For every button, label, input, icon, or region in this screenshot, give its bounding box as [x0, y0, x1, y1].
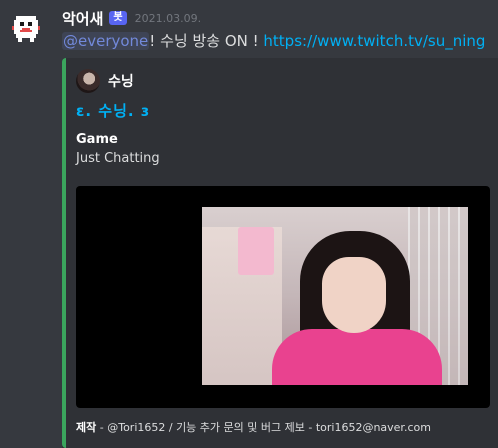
message-header: 악어새 봇 2021.03.09. [62, 8, 201, 28]
footer-prefix: 제작 [76, 421, 97, 434]
embed-author-avatar [76, 69, 100, 93]
timestamp: 2021.03.09. [134, 11, 202, 25]
message-content: @everyone! 수닝 방송 ON ! https://www.twitch… [62, 30, 485, 51]
background-decor [238, 227, 274, 275]
author-name[interactable]: 악어새 [62, 8, 103, 29]
embed-field-value: Just Chatting [76, 151, 160, 166]
message-text: ! 수닝 방송 ON ! [149, 32, 264, 50]
everyone-mention[interactable]: @everyone [62, 32, 150, 50]
embed-author: 수닝 [76, 69, 134, 93]
chat-message: 악어새 봇 2021.03.09. @everyone! 수닝 방송 ON ! … [0, 0, 498, 448]
embed-field-name: Game [76, 132, 118, 147]
embed-color-bar [62, 58, 66, 448]
author-avatar[interactable] [10, 12, 42, 44]
footer-text: - @Tori1652 / 기능 추가 문의 및 버그 제보 - tori165… [96, 421, 431, 434]
embed-author-name: 수닝 [108, 74, 134, 90]
stream-link[interactable]: https://www.twitch.tv/su_ning [263, 32, 485, 50]
embed-footer: 제작 - @Tori1652 / 기능 추가 문의 및 버그 제보 - tori… [76, 419, 431, 435]
streamer-face [322, 257, 386, 333]
embed-title[interactable]: ε. 수닝. ɜ [76, 100, 150, 121]
stream-embed: 수닝 ε. 수닝. ɜ Game Just Chatting 제작 - @Tor… [62, 58, 498, 448]
stream-preview-image [202, 207, 468, 385]
stream-thumbnail[interactable] [76, 186, 490, 408]
streamer-hoodie [272, 329, 442, 385]
bot-tag: 봇 [109, 11, 127, 25]
